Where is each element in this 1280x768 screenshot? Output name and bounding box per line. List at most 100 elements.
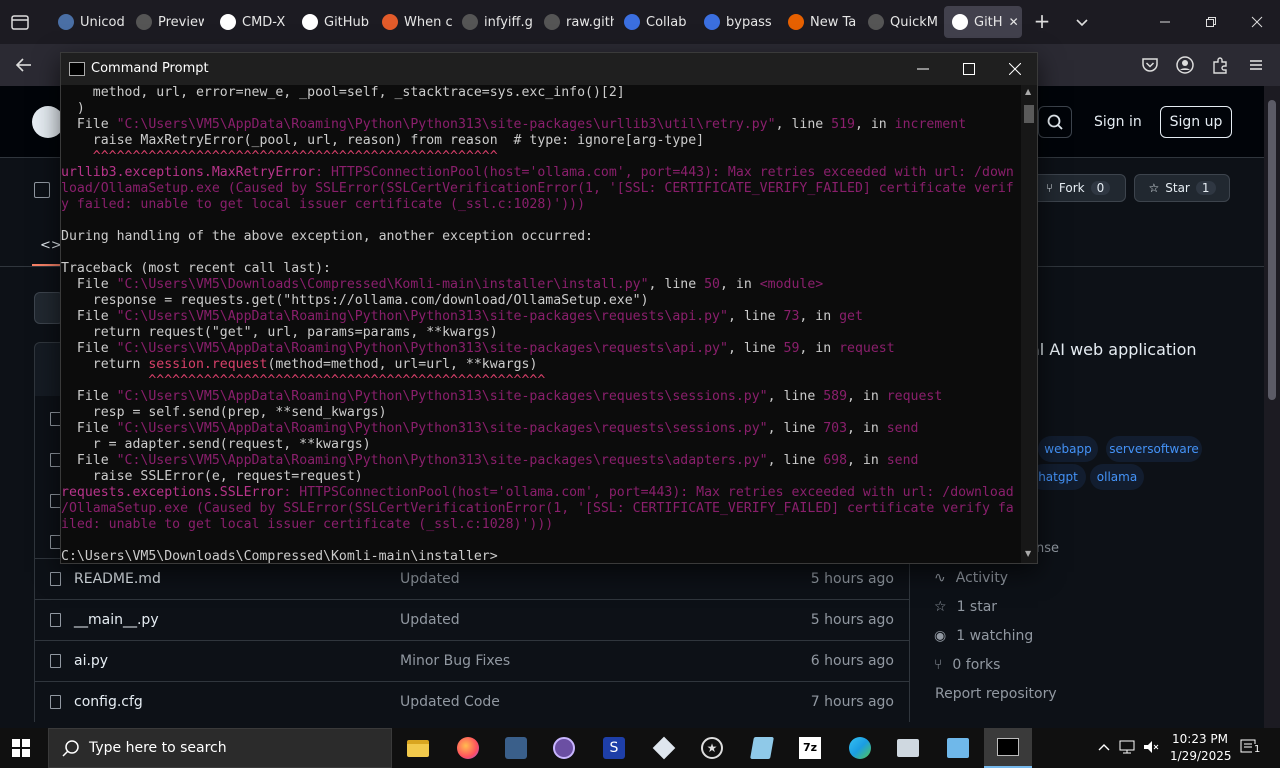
notification-center-icon[interactable]: 1 [1240,738,1263,758]
network-icon[interactable] [1118,739,1136,755]
sign-in-link[interactable]: Sign in [1094,114,1142,130]
app-icon-window[interactable] [938,732,978,764]
command-prompt-taskbar-icon[interactable] [984,728,1032,768]
taskbar-search-placeholder: Type here to search [89,740,227,756]
console-text: raise MaxRetryError(_pool, url, reason) … [61,133,705,148]
browser-tab[interactable]: CMD-X [212,6,292,38]
cmd-maximize-button[interactable] [963,63,975,75]
table-row[interactable]: config.cfg Updated Code 7 hours ago [34,681,910,722]
browser-tab[interactable]: Unicod [50,6,126,38]
tor-browser-icon[interactable] [544,732,584,764]
file-name-link[interactable]: ai.py [74,653,108,669]
fork-button[interactable]: ⑂ Fork 0 [1030,174,1126,202]
table-row[interactable]: __main__.py Updated 5 hours ago [34,599,910,640]
pocket-icon[interactable] [1138,53,1162,77]
star-button[interactable]: ☆ Star 1 [1134,174,1230,202]
tab-favicon-icon [624,14,640,30]
commit-message[interactable]: Updated [400,571,460,587]
app-icon-2025[interactable] [496,732,536,764]
table-row[interactable]: README.md Updated 5 hours ago [34,558,910,599]
code-icon[interactable]: <> [40,238,62,253]
console-text: 73 [783,309,800,324]
cmd-scrollbar[interactable]: ▲ ▼ [1021,85,1037,563]
sidebar-forks[interactable]: ⑂ 0 forks [934,657,1000,673]
sidebar-activity[interactable]: ∿ Activity [934,570,1008,586]
app-icon-star[interactable]: ★ [692,732,732,764]
hamburger-menu-icon[interactable] [1244,53,1268,77]
topic-serversoftware[interactable]: serversoftware [1106,436,1202,462]
browser-tab[interactable]: New Ta [780,6,856,38]
clock-time[interactable]: 10:23 PM [1170,732,1230,746]
browser-tab[interactable]: Preview Co [128,6,204,38]
command-prompt-window[interactable]: Command Prompt method, url, error=new_e,… [60,52,1038,564]
cmd-scroll-up-icon[interactable]: ▲ [1025,87,1031,96]
file-name-link[interactable]: README.md [74,571,161,587]
cmd-scroll-down-icon[interactable]: ▼ [1025,549,1031,558]
browser-tab[interactable]: When c [374,6,452,38]
topic-ollama[interactable]: ollama [1090,464,1144,490]
tab-list-chevron-icon[interactable] [1070,10,1094,34]
back-arrow-icon[interactable] [12,53,36,77]
commit-message[interactable]: Updated Code [400,694,500,710]
file-name-link[interactable]: config.cfg [74,694,143,710]
taskbar-search-box[interactable]: Type here to search [48,728,392,768]
browser-tab[interactable]: GitH ✕ [944,6,1022,38]
commit-message[interactable]: Updated [400,612,460,628]
edge-icon[interactable] [840,732,880,764]
console-text: 50 [704,277,720,292]
7zip-icon[interactable]: 7z [790,732,830,764]
console-text: : HTTPSConnectionPool(host='ollama.com',… [315,165,1014,180]
browser-tab[interactable]: Collab [616,6,694,38]
tab-label: CMD-X [242,14,286,30]
file-explorer-icon[interactable] [398,732,438,764]
browser-tab[interactable]: raw.githubu [536,6,614,38]
extensions-icon[interactable] [1208,53,1232,77]
file-name-link[interactable]: __main__.py [74,612,159,628]
app-icon-notes[interactable] [742,732,782,764]
tray-chevron-up-icon[interactable] [1096,739,1112,755]
console-text: response = requests.get("https://ollama.… [61,293,649,308]
sign-up-button[interactable]: Sign up [1160,106,1232,138]
tab-close-icon[interactable]: ✕ [1009,15,1019,29]
browser-tab[interactable]: bypass [696,6,774,38]
tab-overview-icon[interactable] [8,10,32,34]
page-scrollbar[interactable] [1264,86,1280,728]
cmd-title-bar[interactable]: Command Prompt [61,53,1037,85]
page-scroll-thumb[interactable] [1268,100,1276,400]
console-text: request [839,341,895,356]
cmd-close-button[interactable] [1008,62,1022,76]
console-text: , line [767,421,824,436]
app-icon-monitor[interactable] [888,732,928,764]
search-icon[interactable] [1038,106,1072,138]
report-repository-link[interactable]: Report repository [935,686,1057,702]
commit-message[interactable]: Minor Bug Fixes [400,653,510,669]
browser-tab[interactable]: GitHub [294,6,370,38]
console-text: load/OllamaSetup.exe (Caused by SSLError… [61,181,1014,196]
browser-minimize-button[interactable] [1142,0,1188,44]
browser-restore-button[interactable] [1188,0,1234,44]
sidebar-watching[interactable]: ◉ 1 watching [934,628,1033,644]
table-row[interactable]: ai.py Minor Bug Fixes 6 hours ago [34,640,910,681]
sidebar-stars[interactable]: ☆ 1 star [934,599,997,615]
console-line: load/OllamaSetup.exe (Caused by SSLError… [61,181,1021,197]
star-count: 1 [1195,181,1216,195]
new-tab-button[interactable]: + [1030,10,1054,34]
topic-webapp[interactable]: webapp [1038,436,1098,462]
clock-date[interactable]: 1/29/2025 [1170,749,1232,763]
console-text: , in [854,117,895,132]
account-icon[interactable] [1173,53,1197,77]
browser-close-button[interactable] [1234,0,1280,44]
app-icon-cube[interactable] [644,732,684,764]
app-icon-s[interactable]: S [594,732,634,764]
cmd-console-output[interactable]: method, url, error=new_e, _pool=self, _s… [61,85,1021,563]
windows-start-icon[interactable] [12,739,30,757]
browser-tab[interactable]: infyiff.githu [454,6,534,38]
topic-chatgpt[interactable]: hatgpt [1030,464,1086,490]
console-text: Traceback (most recent call last): [61,261,331,276]
license-text[interactable]: nse [1036,541,1059,556]
cmd-scroll-thumb[interactable] [1024,105,1034,123]
firefox-icon[interactable] [448,732,488,764]
volume-muted-icon[interactable] [1142,739,1160,755]
browser-tab[interactable]: QuickMash [860,6,938,38]
cmd-minimize-button[interactable] [917,63,929,75]
